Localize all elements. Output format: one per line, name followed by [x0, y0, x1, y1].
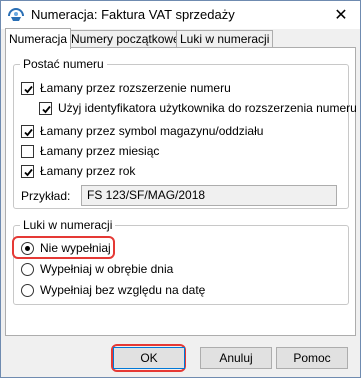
- label-warehouse: Łamany przez symbol magazynu/oddziału: [40, 124, 264, 138]
- option-warehouse[interactable]: Łamany przez symbol magazynu/oddziału: [21, 124, 263, 138]
- tab-numery-poczatkowe[interactable]: Numery początkowe: [67, 30, 184, 48]
- checkbox-year[interactable]: [21, 164, 34, 178]
- format-groupbox: Postać numeru Łamany przez rozszerzenie …: [13, 57, 357, 209]
- title-bar: Numeracja: Faktura VAT sprzedaży ✕: [1, 1, 360, 29]
- option-extension[interactable]: Łamany przez rozszerzenie numeru: [21, 81, 231, 95]
- checkmark-icon: [42, 105, 51, 113]
- option-year[interactable]: Łamany przez rok: [21, 164, 135, 178]
- option-month[interactable]: Łamany przez miesiąc: [21, 144, 159, 158]
- label-fill-any: Wypełniaj bez względu na datę: [40, 283, 206, 297]
- checkmark-icon: [24, 128, 33, 136]
- example-field: FS 123/SF/MAG/2018: [81, 185, 337, 206]
- label-extension: Łamany przez rozszerzenie numeru: [40, 81, 231, 95]
- checkbox-extension[interactable]: [21, 81, 34, 95]
- radio-fill-day[interactable]: [21, 262, 34, 276]
- label-no-fill: Nie wypełniaj: [40, 241, 111, 255]
- help-button[interactable]: Pomoc: [276, 347, 348, 369]
- label-month: Łamany przez miesiąc: [40, 144, 160, 158]
- radio-dot: [25, 245, 30, 251]
- radio-fill-any[interactable]: [21, 283, 34, 297]
- tab-luki-w-numeracji[interactable]: Luki w numeracji: [176, 30, 274, 48]
- button-bar: OK Anuluj Pomoc: [1, 336, 360, 377]
- checkbox-month[interactable]: [21, 144, 34, 158]
- example-label: Przykład:: [21, 189, 71, 203]
- ok-button[interactable]: OK: [113, 347, 185, 369]
- option-fill-day[interactable]: Wypełniaj w obrębie dnia: [21, 262, 173, 276]
- dialog-window: Numeracja: Faktura VAT sprzedaży ✕ Numer…: [0, 0, 361, 378]
- label-user-id: Użyj identyfikatora użytkownika do rozsz…: [58, 101, 357, 115]
- option-user-id[interactable]: Użyj identyfikatora użytkownika do rozsz…: [39, 101, 357, 115]
- checkmark-icon: [24, 168, 33, 176]
- label-year: Łamany przez rok: [40, 164, 136, 178]
- tab-panel: Postać numeru Łamany przez rozszerzenie …: [5, 47, 357, 336]
- gaps-group-label: Luki w numeracji: [20, 218, 116, 232]
- app-icon: [8, 8, 24, 21]
- option-no-fill[interactable]: Nie wypełniaj: [21, 241, 111, 255]
- option-fill-any[interactable]: Wypełniaj bez względu na datę: [21, 283, 205, 297]
- checkbox-user-id[interactable]: [39, 101, 52, 115]
- close-icon[interactable]: ✕: [326, 3, 356, 27]
- checkbox-warehouse[interactable]: [21, 124, 34, 138]
- cancel-button[interactable]: Anuluj: [200, 347, 272, 369]
- gaps-groupbox: Luki w numeracji Nie wypełniaj Wypełniaj…: [12, 218, 349, 305]
- checkmark-icon: [24, 85, 33, 93]
- label-fill-day: Wypełniaj w obrębie dnia: [40, 262, 174, 276]
- window-title: Numeracja: Faktura VAT sprzedaży: [31, 7, 235, 22]
- radio-no-fill[interactable]: [21, 241, 34, 255]
- tab-numeracja[interactable]: Numeracja: [5, 28, 72, 49]
- format-group-label: Postać numeru: [20, 57, 107, 71]
